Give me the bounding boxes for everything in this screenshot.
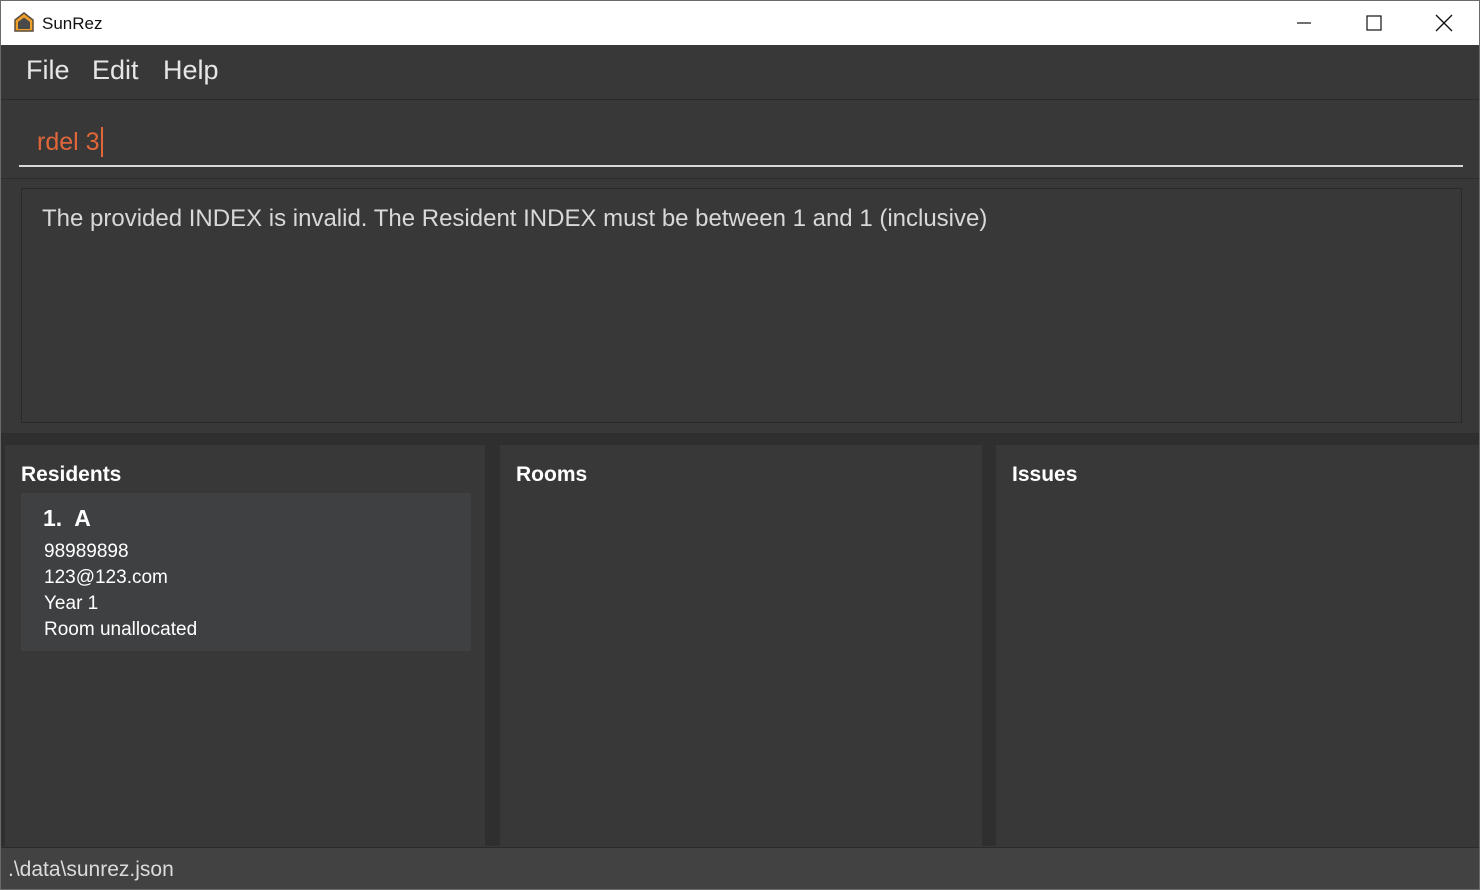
residents-panel: Residents 1. A 98989898 123@123.com Year … (5, 445, 485, 846)
resident-room: Room unallocated (44, 619, 198, 640)
result-display-area: The provided INDEX is invalid. The Resid… (1, 178, 1479, 432)
command-text: rdel 3 (37, 127, 100, 156)
resident-index: 1. (43, 505, 63, 531)
text-caret (100, 127, 103, 157)
command-box-area: rdel 3 (1, 101, 1479, 177)
result-display[interactable]: The provided INDEX is invalid. The Resid… (21, 188, 1462, 423)
window-title: SunRez (42, 14, 103, 33)
list-panels: Residents 1. A 98989898 123@123.com Year … (1, 433, 1479, 846)
minimize-icon (1297, 22, 1311, 24)
rooms-panel: Rooms (500, 445, 982, 846)
resident-card[interactable]: 1. A 98989898 123@123.com Year 1 Room una… (21, 493, 471, 651)
menu-edit[interactable]: Edit (90, 55, 141, 86)
resident-name: A (74, 505, 91, 531)
minimize-button[interactable] (1269, 1, 1339, 45)
issues-panel: Issues (996, 445, 1479, 846)
residents-title: Residents (21, 463, 122, 486)
resident-phone: 98989898 (44, 541, 129, 562)
resident-year: Year 1 (44, 593, 99, 614)
close-button[interactable] (1409, 1, 1479, 45)
menu-bar: File Edit Help (1, 45, 1479, 100)
title-bar: SunRez (1, 1, 1479, 45)
menu-help[interactable]: Help (161, 55, 221, 86)
resident-header: 1. A (43, 505, 103, 532)
issues-title: Issues (1012, 463, 1078, 486)
maximize-icon (1366, 15, 1382, 31)
resident-email: 123@123.com (44, 567, 168, 588)
close-icon (1435, 14, 1453, 32)
rooms-title: Rooms (516, 463, 588, 486)
command-input[interactable]: rdel 3 (19, 119, 1463, 167)
app-window: SunRez File Edit Help rdel 3 The provide… (0, 0, 1480, 890)
data-file-path: .\data\sunrez.json (8, 858, 174, 881)
house-icon (14, 12, 34, 32)
maximize-button[interactable] (1339, 1, 1409, 45)
status-bar: .\data\sunrez.json (1, 847, 1479, 889)
menu-file[interactable]: File (24, 55, 72, 86)
result-message: The provided INDEX is invalid. The Resid… (42, 205, 988, 232)
